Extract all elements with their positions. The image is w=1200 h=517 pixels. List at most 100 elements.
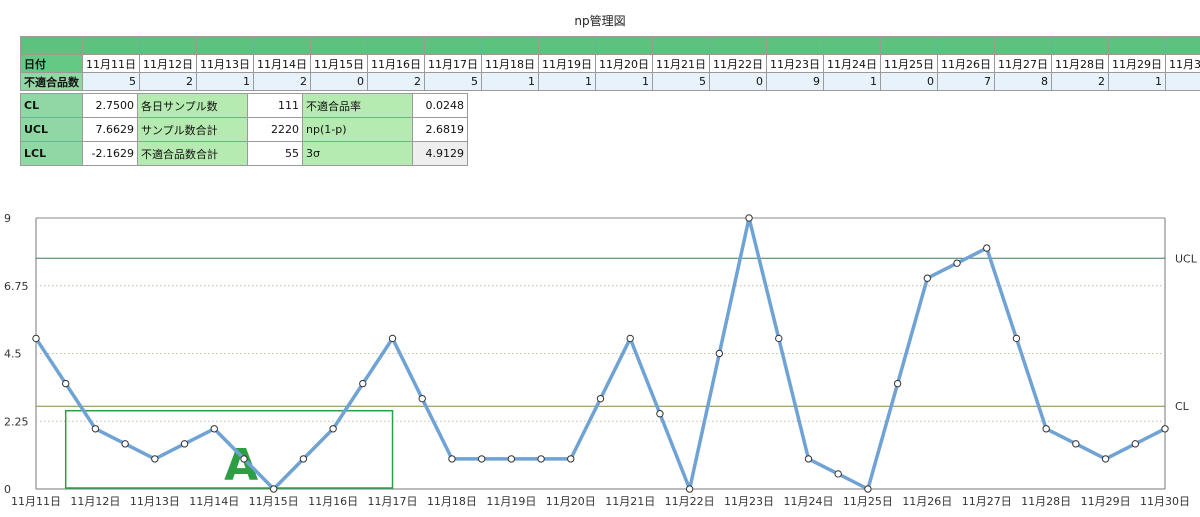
data-point: [359, 379, 367, 388]
stat-name: サンプル数合計: [137, 117, 248, 142]
x-tick-label: 11月19日: [486, 495, 536, 508]
ucl-label: UCL: [1175, 252, 1198, 265]
data-point: [1012, 334, 1021, 343]
header-cell: [139, 36, 197, 55]
data-point: [210, 425, 218, 433]
count-row-label: 不適合品数: [20, 72, 83, 91]
data-point: [121, 440, 129, 448]
date-cell: 11月26日: [937, 54, 995, 73]
header-cell: [1051, 36, 1109, 55]
date-cell: 11月16日: [367, 54, 425, 73]
date-cell: 11月21日: [652, 54, 710, 73]
annotation-label: A: [224, 440, 258, 491]
count-cell: 9: [766, 72, 824, 91]
data-point: [656, 410, 664, 418]
stats-row: CL 2.7500 各日サンプル数 111 不適合品率 0.0248: [20, 93, 468, 118]
count-cell: 2: [253, 72, 311, 91]
x-tick-label: 11月14日: [189, 495, 239, 508]
header-cell: [538, 36, 596, 55]
x-tick-label: 11月30日: [1140, 495, 1190, 508]
date-cell: 11月18日: [481, 54, 539, 73]
stat-name-value: 111: [247, 93, 303, 118]
data-point: [180, 440, 189, 448]
data-point: [91, 425, 100, 433]
y-tick-label: 0: [4, 483, 11, 496]
stat-param-value: 2.6819: [412, 117, 468, 142]
stats-row: LCL -2.1629 不適合品数合計 55 3σ 4.9129: [20, 141, 468, 166]
stat-value: 2.7500: [82, 93, 138, 118]
date-cell: 11月15日: [310, 54, 368, 73]
header-cell: [766, 36, 824, 55]
date-cell: 11月11日: [82, 54, 140, 73]
count-cell: 1: [196, 72, 254, 91]
data-point: [1072, 440, 1080, 448]
header-cell: [1108, 36, 1166, 55]
date-cell: 11月24日: [823, 54, 881, 73]
x-tick-label: 11月22日: [665, 495, 715, 508]
header-cell: [20, 36, 83, 55]
data-point: [62, 379, 70, 388]
count-cell: 1: [481, 72, 539, 91]
header-cell: [424, 36, 482, 55]
data-point: [626, 334, 634, 343]
data-point: [893, 379, 902, 388]
x-tick-label: 11月26日: [902, 495, 952, 508]
data-point: [923, 274, 932, 282]
date-cell: 11月30日: [1165, 54, 1200, 73]
header-cell: [310, 36, 368, 55]
x-tick-label: 11月15日: [249, 495, 299, 508]
count-cell: 2: [139, 72, 197, 91]
x-tick-label: 11月24日: [783, 495, 833, 508]
stat-label: UCL: [20, 117, 83, 142]
date-cell: 11月28日: [1051, 54, 1109, 73]
header-cell: [481, 36, 539, 55]
header-cell: [823, 36, 881, 55]
x-tick-label: 11月16日: [308, 495, 358, 508]
table-header-row: [20, 36, 1200, 55]
data-point: [151, 455, 159, 463]
x-tick-label: 11月20日: [546, 495, 596, 508]
date-cell: 11月27日: [994, 54, 1052, 73]
data-table: 日付 11月11日 11月12日 11月13日 11月14日 11月15日 11月16日 11…: [20, 36, 1200, 91]
count-cell: 5: [82, 72, 140, 91]
header-cell: [652, 36, 710, 55]
data-point: [1042, 425, 1050, 433]
data-point: [864, 485, 872, 493]
count-cell: 1: [1108, 72, 1166, 91]
stat-name: 不適合品数合計: [137, 141, 248, 166]
date-cell: 11月25日: [880, 54, 938, 73]
count-cell: 0: [880, 72, 938, 91]
date-cell: 11月14日: [253, 54, 311, 73]
chart-title: np管理図: [574, 14, 626, 28]
header-cell: [253, 36, 311, 55]
data-point: [745, 214, 753, 222]
data-point: [299, 455, 308, 463]
header-cell: [994, 36, 1052, 55]
date-cell: 11月13日: [196, 54, 254, 73]
y-tick-label: 9: [4, 212, 11, 225]
stat-name-value: 55: [247, 141, 303, 166]
date-row-label: 日付: [20, 54, 83, 73]
stat-param: 不適合品率: [302, 93, 413, 118]
count-cell: 1: [595, 72, 653, 91]
data-point: [388, 334, 397, 343]
data-point: [1131, 440, 1139, 448]
stat-param-value: 0.0248: [412, 93, 468, 118]
data-point: [1161, 425, 1169, 433]
stat-value: -2.1629: [82, 141, 138, 166]
count-cell: 5: [424, 72, 482, 91]
data-point: [953, 259, 961, 267]
data-point: [834, 470, 842, 478]
data-point: [507, 455, 516, 463]
header-cell: [709, 36, 767, 55]
np-control-chart: 0 2.25 4.5 6.75 9 UCL CL 11月11日 11月12日 11月13日 11月1…: [4, 212, 1198, 508]
date-cell: 11月12日: [139, 54, 197, 73]
data-point: [32, 334, 40, 343]
count-cell: 7: [937, 72, 995, 91]
stat-param: 3σ: [302, 141, 413, 166]
header-cell: [367, 36, 425, 55]
data-point: [240, 455, 248, 463]
stats-table: CL 2.7500 各日サンプル数 111 不適合品率 0.0248 UCL 7.6629 サン…: [20, 93, 468, 166]
count-cell: 1: [823, 72, 881, 91]
count-cell: 5: [652, 72, 710, 91]
